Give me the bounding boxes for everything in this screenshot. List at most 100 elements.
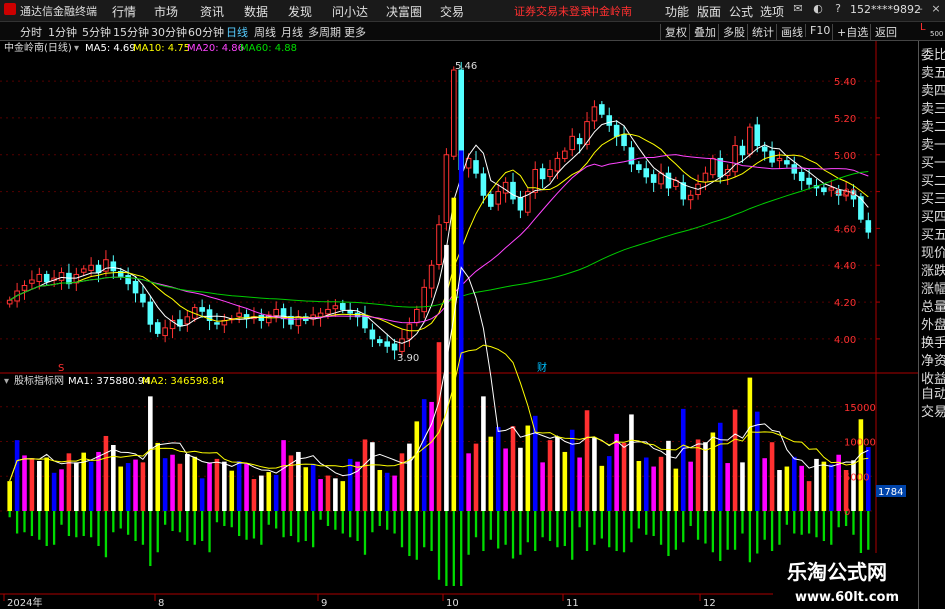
btn-diejia[interactable]: 叠加	[689, 24, 716, 40]
volume-neg-bar	[126, 511, 130, 535]
marker-cai: 财	[537, 361, 547, 374]
candle-body	[162, 327, 168, 337]
candle-body	[828, 187, 835, 191]
btn-fuquan[interactable]: 复权	[660, 24, 687, 40]
menu-wenxiaoda[interactable]: 问小达	[332, 3, 368, 20]
candle-body	[436, 224, 442, 266]
menu-faxian[interactable]: 发现	[288, 3, 312, 20]
main-legend: 中金岭南(日线) ▾ MA5: 4.69 MA10: 4.75 MA20: 4.…	[4, 41, 297, 54]
menu-jiaoyi[interactable]: 交易	[440, 3, 464, 20]
volume-neg-bar	[859, 511, 863, 557]
user-account[interactable]: 152****9892	[850, 3, 921, 16]
menu-gongneng[interactable]: 功能	[665, 3, 689, 20]
side-item[interactable]: 外盘	[921, 317, 945, 335]
volume-bar	[148, 396, 153, 511]
volume-neg-bar	[815, 511, 818, 538]
volume-bar	[414, 421, 420, 511]
mail-icon[interactable]: ✉	[790, 2, 806, 17]
side-item[interactable]: 委比	[921, 47, 945, 65]
period-15min[interactable]: 15分钟	[113, 24, 149, 40]
side-auto-trade[interactable]: 自动	[921, 386, 945, 404]
side-item[interactable]: 买三	[921, 191, 945, 209]
legend-toggle-icon[interactable]: ▾	[74, 43, 79, 54]
btn-huaxian[interactable]: 画线	[776, 24, 803, 40]
x-tick-label: 9	[321, 598, 327, 609]
menu-hangqing[interactable]: 行情	[112, 3, 136, 20]
candle-body	[798, 171, 805, 182]
candle-body	[339, 303, 346, 310]
side-item[interactable]: 买四	[921, 209, 945, 227]
period-fenshi[interactable]: 分时	[20, 24, 42, 40]
side-item[interactable]: 买五	[921, 227, 945, 245]
candle-body	[517, 196, 524, 211]
candle-body	[199, 307, 205, 312]
side-item[interactable]: 换手	[921, 335, 945, 353]
period-1min[interactable]: 1分钟	[48, 24, 77, 40]
minimize-icon[interactable]: –	[912, 2, 928, 17]
period-daily[interactable]: 日线	[226, 24, 248, 40]
volume-bar	[318, 479, 323, 511]
period-monthly[interactable]: 月线	[281, 24, 303, 40]
menu-juefuquan[interactable]: 决富圈	[386, 3, 422, 20]
volume-neg-bar	[149, 511, 152, 567]
side-item[interactable]: 卖二	[921, 119, 945, 137]
marker-s: S	[58, 363, 64, 374]
close-icon[interactable]: ×	[928, 2, 944, 17]
side-item[interactable]: 卖五	[921, 65, 945, 83]
menu-shichang[interactable]: 市场	[154, 3, 178, 20]
volume-bar	[325, 475, 331, 511]
menu-shuju[interactable]: 数据	[244, 3, 268, 20]
volume-bar	[281, 440, 286, 511]
side-item[interactable]: 净资	[921, 353, 945, 371]
volume-neg-bar	[526, 511, 529, 543]
btn-fanhui[interactable]: 返回	[870, 24, 897, 40]
candle-body	[347, 310, 353, 314]
volume-bar	[51, 472, 57, 511]
btn-duogu[interactable]: 多股	[718, 24, 745, 40]
volume-bar	[828, 464, 834, 511]
volume-bar	[651, 466, 656, 511]
btn-zixuan[interactable]: +自选	[832, 24, 868, 40]
period-30min[interactable]: 30分钟	[151, 24, 187, 40]
period-multi[interactable]: 多周期	[308, 24, 341, 40]
period-60min[interactable]: 60分钟	[188, 24, 224, 40]
side-item[interactable]: 卖一	[921, 137, 945, 155]
sub-toggle-icon[interactable]: ▾	[4, 376, 9, 387]
legend-ma20: MA20: 4.86	[187, 43, 244, 54]
side-item[interactable]: 总量	[921, 299, 945, 317]
volume-bar	[643, 457, 649, 511]
menu-banmian[interactable]: 版面	[697, 3, 721, 20]
side-item[interactable]: 买一	[921, 155, 945, 173]
period-weekly[interactable]: 周线	[254, 24, 276, 40]
menu-gongshi[interactable]: 公式	[729, 3, 753, 20]
volume-neg-bar	[534, 511, 537, 552]
side-item[interactable]: 卖四	[921, 83, 945, 101]
side-auto-trade[interactable]: 交易	[921, 404, 945, 422]
btn-tongji[interactable]: 统计	[747, 24, 774, 40]
volume-bar	[37, 460, 42, 511]
volume-neg-bar	[30, 511, 34, 537]
skin-icon[interactable]: ◐	[810, 2, 826, 17]
side-item[interactable]: 现价	[921, 245, 945, 263]
menu-zixun[interactable]: 资讯	[200, 3, 224, 20]
volume-neg-bar	[726, 511, 729, 550]
login-warning[interactable]: 证券交易未登录	[514, 3, 591, 19]
period-toolbar: 分时 1分钟 5分钟 15分钟 30分钟 60分钟 日线 周线 月线 多周期 更…	[0, 22, 945, 41]
candle-body	[599, 104, 605, 115]
volume-neg-bar	[563, 511, 566, 547]
btn-f10[interactable]: F10	[805, 24, 830, 37]
kline-chart[interactable]: 4.00 4.20 4.40 4.60 4.80 5.00 5.20 5.40 0 5000 100…	[0, 41, 918, 609]
volume-bar	[555, 436, 560, 511]
sub-legend-ma1: MA1: 375880.94	[68, 376, 150, 387]
help-icon[interactable]: ?	[830, 2, 846, 17]
side-item[interactable]: 涨跌	[921, 263, 945, 281]
period-more[interactable]: 更多	[344, 24, 366, 40]
volume-neg-bar	[474, 511, 478, 538]
side-item[interactable]: 涨幅	[921, 281, 945, 299]
volume-bar	[510, 426, 516, 511]
menu-xuanxiang[interactable]: 选项	[760, 3, 784, 20]
period-5min[interactable]: 5分钟	[82, 24, 111, 40]
side-item[interactable]: 买二	[921, 173, 945, 191]
side-item[interactable]: 卖三	[921, 101, 945, 119]
volume-neg-bar	[38, 511, 41, 540]
